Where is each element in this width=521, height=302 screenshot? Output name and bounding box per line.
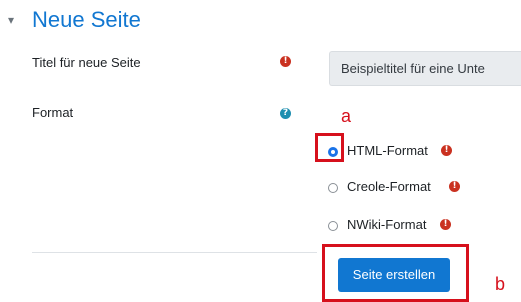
radio-creole-label[interactable]: Creole-Format	[347, 179, 431, 194]
format-field-label: Format	[32, 105, 74, 120]
form-divider	[32, 252, 317, 253]
radio-html-label[interactable]: HTML-Format	[347, 143, 428, 158]
radio-nwiki[interactable]	[328, 221, 338, 231]
annotation-letter-b: b	[495, 274, 506, 294]
radio-creole[interactable]	[328, 183, 338, 193]
create-page-button[interactable]: Seite erstellen	[338, 258, 450, 292]
required-icon[interactable]: !	[280, 56, 291, 67]
collapse-toggle-icon[interactable]: ▾	[8, 14, 14, 26]
help-icon[interactable]: ?	[280, 108, 291, 119]
required-icon[interactable]: !	[441, 145, 452, 156]
annotation-letter-a: a	[341, 106, 352, 126]
radio-option-creole[interactable]: Creole-Format !	[328, 177, 508, 199]
radio-nwiki-label[interactable]: NWiki-Format	[347, 217, 426, 232]
title-field-label: Titel für neue Seite	[32, 55, 141, 70]
required-icon[interactable]: !	[449, 181, 460, 192]
radio-option-nwiki[interactable]: NWiki-Format !	[328, 215, 508, 237]
page-title-input[interactable]: Beispieltitel für eine Unte	[329, 51, 521, 86]
radio-html[interactable]	[328, 147, 338, 157]
section-title[interactable]: Neue Seite	[32, 5, 141, 35]
radio-option-html[interactable]: HTML-Format !	[328, 140, 508, 162]
required-icon[interactable]: !	[440, 219, 451, 230]
